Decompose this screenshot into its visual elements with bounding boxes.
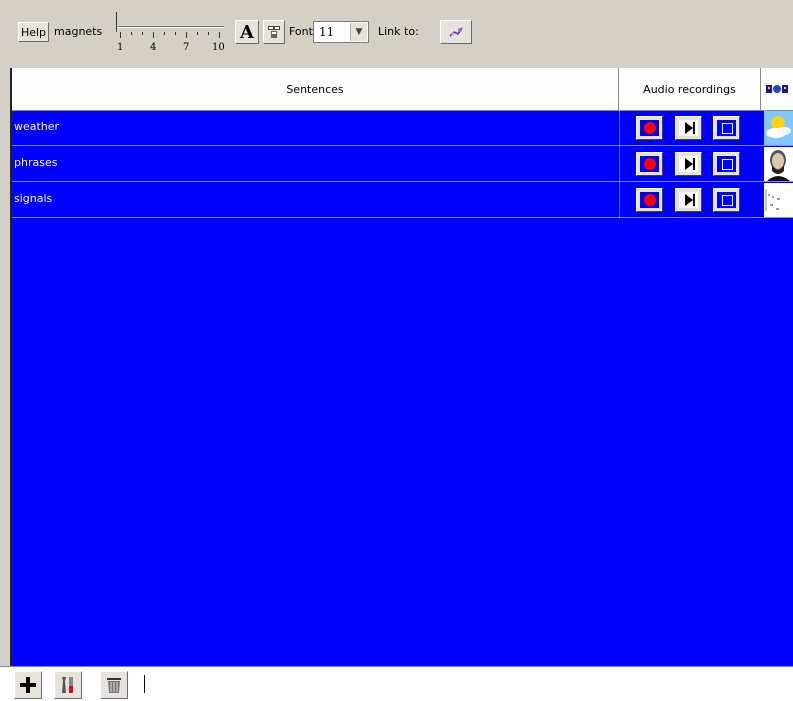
toolbar: Help magnets 1 4 7 10 A Font: 11 ▼ Link …	[0, 0, 793, 66]
phrases-thumbnail[interactable]	[764, 147, 793, 181]
layout-icon	[268, 26, 280, 38]
header-label: Audio recordings	[643, 82, 736, 96]
row-label: signals	[14, 192, 53, 205]
signals-thumbnail[interactable]	[764, 183, 793, 217]
header-label: Sentences	[286, 82, 344, 96]
help-button[interactable]: Help	[18, 22, 49, 42]
add-button[interactable]	[14, 671, 42, 699]
chevron-down-icon[interactable]: ▼	[350, 23, 367, 41]
play-button[interactable]	[675, 116, 702, 140]
font-style-button[interactable]: A	[235, 20, 259, 44]
slider-track	[118, 26, 224, 28]
portrait-icon	[764, 147, 793, 181]
link-to-label: Link to:	[378, 25, 419, 38]
play-button[interactable]	[675, 152, 702, 176]
sentences-table: Sentences Audio recordings weather phras…	[10, 68, 793, 666]
stop-icon	[722, 159, 733, 170]
record-button[interactable]	[636, 188, 663, 212]
record-icon	[644, 122, 656, 134]
stop-button[interactable]	[713, 116, 740, 140]
link-to-button[interactable]	[440, 20, 472, 44]
text-caret	[144, 675, 145, 693]
slider-tick-label: 1	[117, 42, 124, 53]
slider-thumb[interactable]	[116, 12, 123, 32]
bottom-toolbar	[0, 666, 793, 701]
table-row[interactable]: weather	[12, 110, 793, 146]
font-style-label: A	[240, 21, 254, 43]
tools-icon	[62, 677, 73, 693]
record-button[interactable]	[636, 152, 663, 176]
stop-icon	[722, 195, 733, 206]
slider-tick-label: 7	[183, 42, 190, 53]
pictures-column-icon	[766, 85, 788, 93]
plus-icon	[20, 677, 36, 693]
table-row[interactable]: signals	[12, 182, 793, 218]
layout-button[interactable]	[263, 20, 285, 44]
record-icon	[644, 158, 656, 170]
magnets-label: magnets	[54, 25, 103, 38]
trash-icon	[107, 678, 121, 693]
record-button[interactable]	[636, 116, 663, 140]
play-icon	[685, 194, 693, 206]
slider-tick-label: 10	[212, 42, 225, 53]
record-icon	[644, 194, 656, 206]
play-icon	[685, 158, 693, 170]
row-label: phrases	[14, 156, 58, 169]
table-row[interactable]: phrases	[12, 146, 793, 182]
column-header-sentences[interactable]: Sentences	[12, 68, 619, 110]
column-header-pictures[interactable]	[761, 68, 793, 110]
font-size-select[interactable]: 11 ▼	[313, 21, 369, 43]
stop-icon	[722, 123, 733, 134]
stop-button[interactable]	[713, 188, 740, 212]
play-button[interactable]	[675, 188, 702, 212]
table-header: Sentences Audio recordings	[12, 68, 793, 111]
column-header-audio[interactable]: Audio recordings	[619, 68, 761, 110]
row-label: weather	[14, 120, 60, 133]
play-icon	[685, 122, 693, 134]
sun-cloud-icon	[764, 111, 793, 145]
stop-button[interactable]	[713, 152, 740, 176]
tools-button[interactable]	[54, 671, 82, 699]
slider-tick-label: 4	[150, 42, 157, 53]
weather-thumbnail[interactable]	[764, 111, 793, 145]
font-size-value: 11	[319, 25, 335, 39]
magnets-slider[interactable]: 1 4 7 10	[112, 10, 232, 53]
help-label: Help	[20, 25, 47, 39]
link-icon	[449, 27, 463, 37]
trash-button[interactable]	[100, 671, 128, 699]
signal-waveform-icon	[764, 183, 793, 217]
